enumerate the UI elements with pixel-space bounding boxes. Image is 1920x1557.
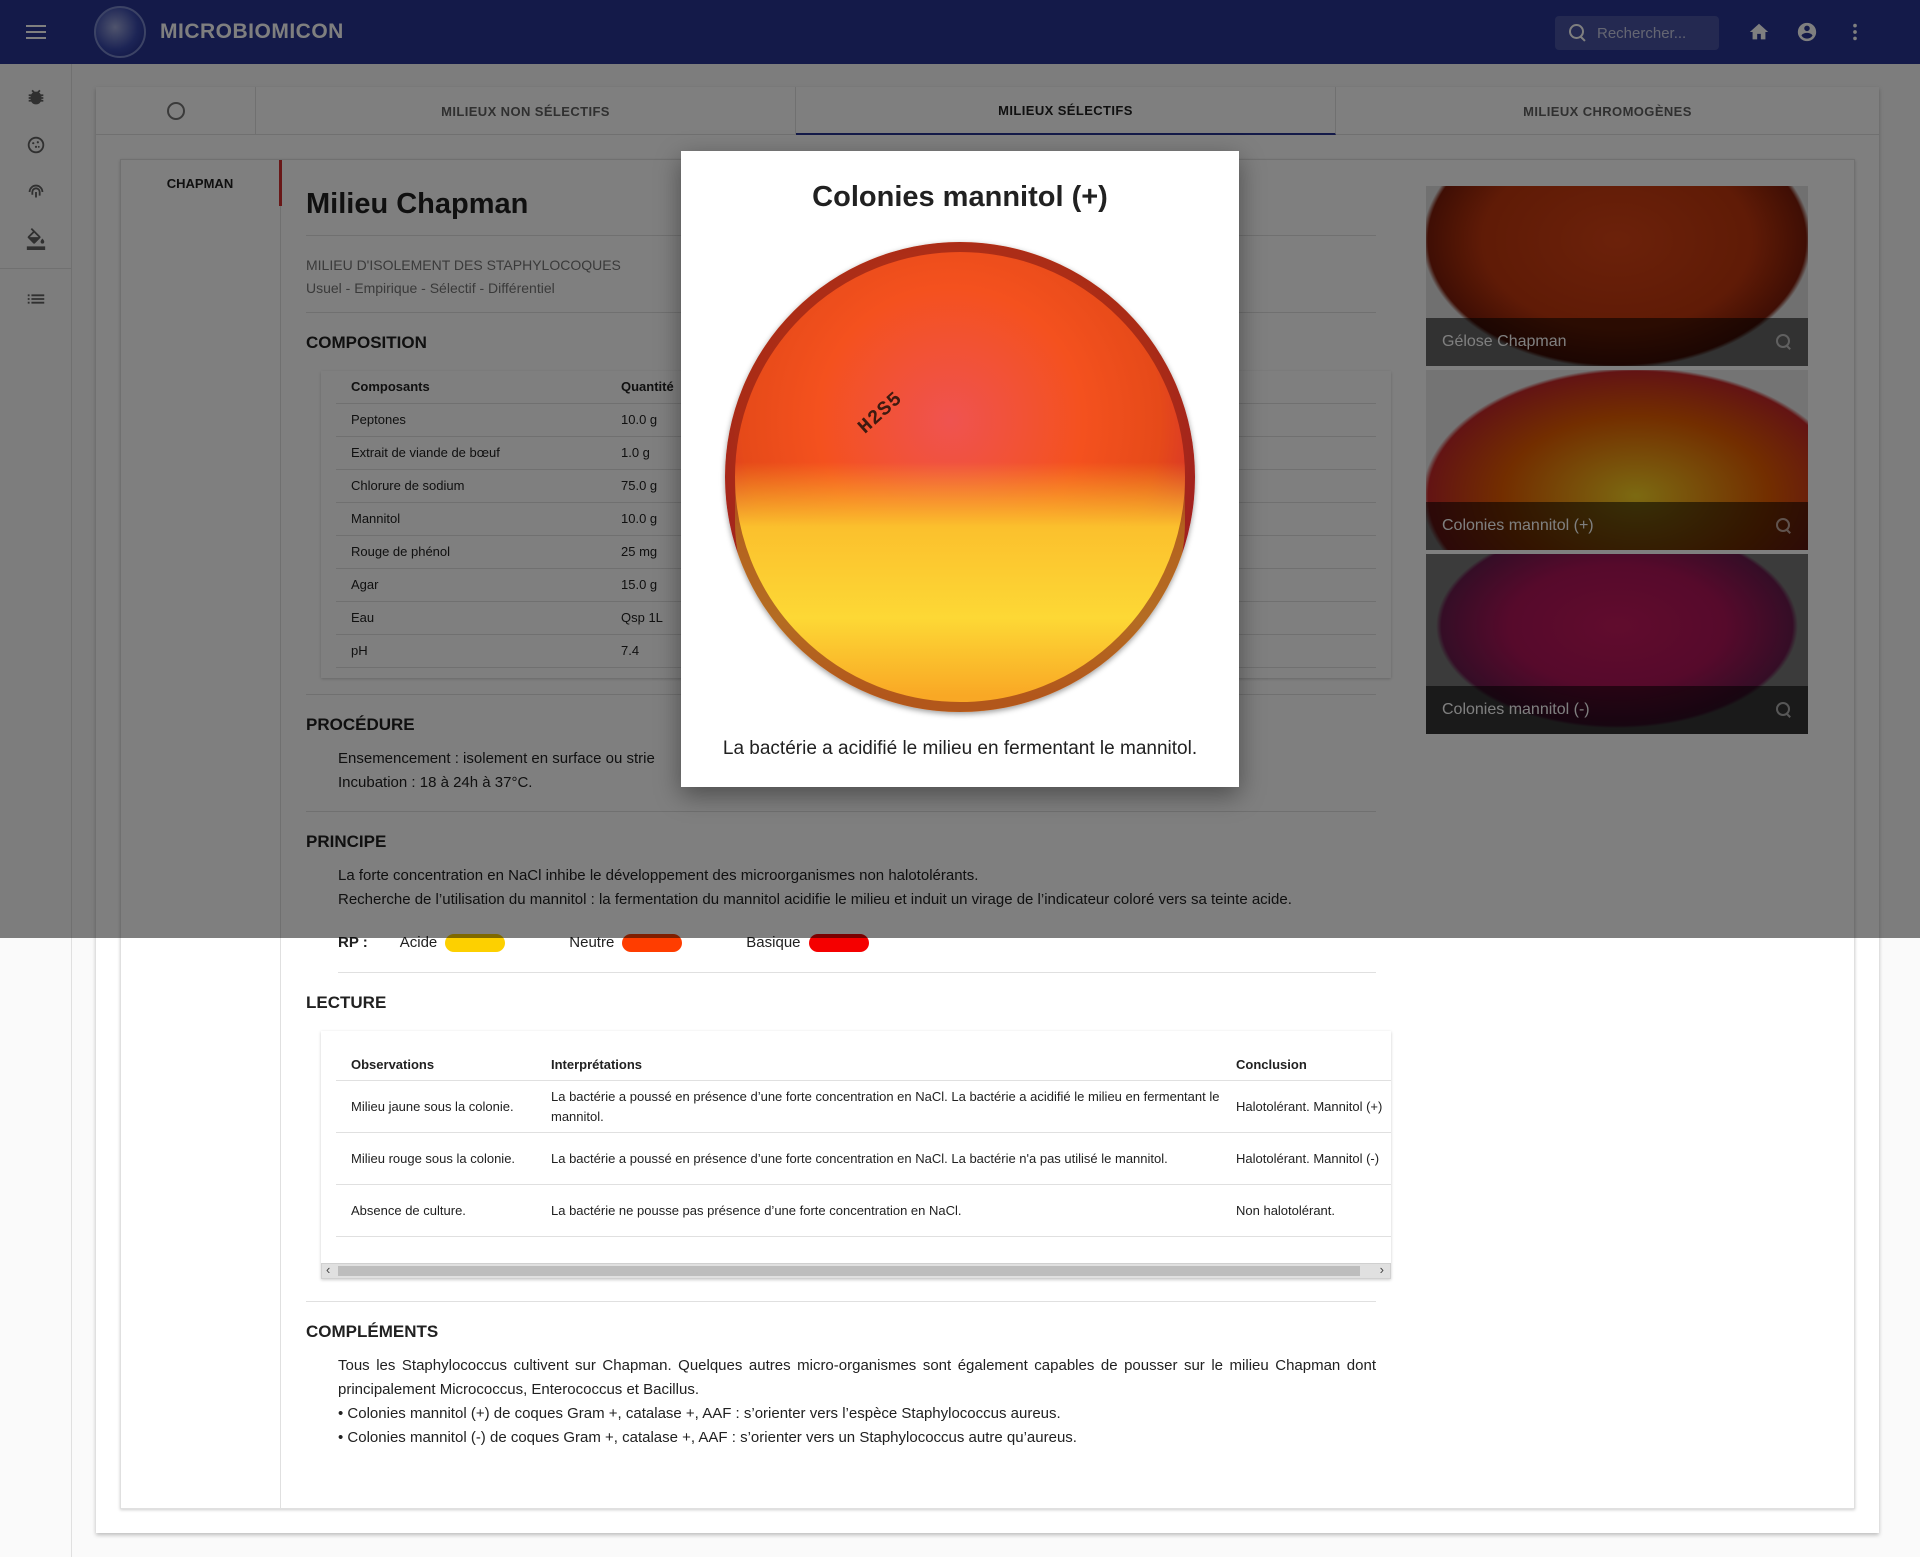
cell-conclusion: Halotolérant. Mannitol (-): [1221, 1132, 1391, 1185]
complements-line: Tous les Staphylococcus cultivent sur Ch…: [338, 1357, 1376, 1398]
dialog-title: Colonies mannitol (+): [812, 181, 1108, 213]
col-observations: Observations: [336, 1030, 536, 1081]
cell-conclusion: Non halotolérant.: [1221, 1184, 1391, 1237]
cell-interpretation: La bactérie ne pousse pas présence d’une…: [536, 1184, 1221, 1237]
col-conclusion: Conclusion: [1221, 1030, 1391, 1081]
complements-text: Tous les Staphylococcus cultivent sur Ch…: [338, 1354, 1376, 1450]
complements-heading: COMPLÉMENTS: [306, 1322, 439, 1341]
lecture-heading: LECTURE: [306, 992, 387, 1012]
plate-rim: [725, 242, 1195, 712]
table-row: Absence de culture. La bactérie ne pousse…: [336, 1184, 1391, 1237]
horizontal-scrollbar[interactable]: ‹ ›: [321, 1262, 1391, 1279]
cell-interpretation: La bactérie a poussé en présence d’une f…: [536, 1132, 1221, 1185]
image-dialog: Colonies mannitol (+) H2S5 La bactérie a…: [681, 151, 1239, 787]
petri-dish-image: H2S5: [725, 242, 1195, 712]
col-interpretations: Interprétations: [536, 1030, 1221, 1081]
dialog-caption: La bactérie a acidifié le milieu en ferm…: [722, 738, 1198, 759]
ph-indicator-legend: RP : Acide Neutre Basique: [338, 933, 1376, 973]
scrollbar-thumb[interactable]: [338, 1266, 1360, 1276]
complements-line: • Colonies mannitol (-) de coques Gram +…: [338, 1429, 1077, 1446]
cell-interpretation: La bactérie a poussé en présence d’une f…: [536, 1080, 1221, 1133]
table-row: Milieu jaune sous la colonie. La bactérie…: [336, 1080, 1391, 1133]
table-row: Milieu rouge sous la colonie. La bactérie…: [336, 1132, 1391, 1185]
cell-observation: Absence de culture.: [336, 1184, 536, 1237]
cell-observation: Milieu jaune sous la colonie.: [336, 1080, 536, 1133]
lecture-table: Observations Interprétations Conclusion …: [321, 1030, 1391, 1279]
cell-observation: Milieu rouge sous la colonie.: [336, 1132, 536, 1185]
scroll-left-icon[interactable]: ‹: [326, 1262, 330, 1277]
cell-conclusion: Halotolérant. Mannitol (+): [1221, 1080, 1391, 1133]
scroll-right-icon[interactable]: ›: [1380, 1262, 1384, 1277]
section-divider: [306, 1301, 1376, 1302]
complements-line: • Colonies mannitol (+) de coques Gram +…: [338, 1405, 1061, 1422]
